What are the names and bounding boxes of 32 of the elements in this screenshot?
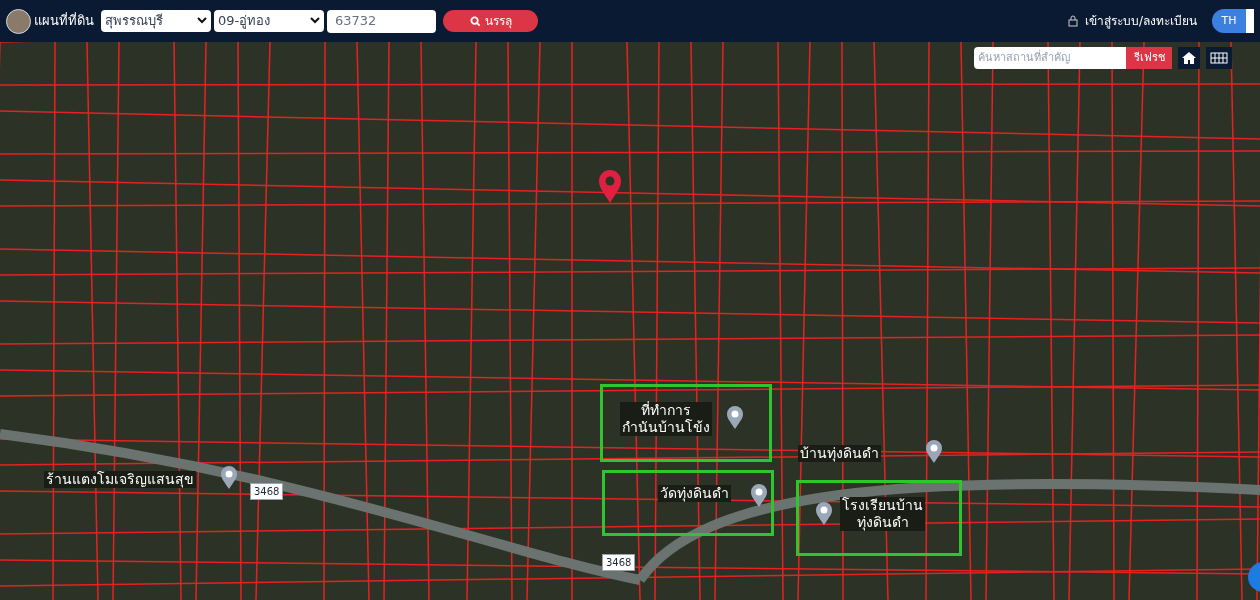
refresh-button[interactable]: รีเฟรช xyxy=(1126,47,1172,69)
road-number-sign: 3468 xyxy=(250,483,284,500)
language-toggle[interactable]: TH xyxy=(1212,9,1246,33)
map-place-label: บ้านทุ่งดินดำ xyxy=(798,445,881,462)
map-place-label: โรงเรียนบ้าน ทุ่งดินดำ xyxy=(840,497,925,531)
map-place-label: ร้านแตงโมเจริญแสนสุข xyxy=(44,471,196,488)
search-icon xyxy=(469,15,481,27)
province-select[interactable]: สุพรรณบุรี xyxy=(101,10,211,32)
road-number-sign: 3468 xyxy=(602,554,636,571)
login-link[interactable]: เข้าสู่ระบบ/ลงทะเบียน xyxy=(1084,12,1197,30)
chevron-down-icon xyxy=(310,17,320,25)
map-place-label: วัดทุ่งดินดำ xyxy=(658,485,731,502)
grid-icon xyxy=(1210,52,1228,64)
grid-button[interactable] xyxy=(1206,47,1232,69)
logo-avatar xyxy=(6,8,31,34)
map-pin-icon xyxy=(726,406,744,430)
search-button[interactable]: นรรลุ xyxy=(443,10,538,32)
map-pin-icon xyxy=(925,440,943,464)
map-pin-icon xyxy=(750,484,768,508)
location-pin-icon xyxy=(598,170,622,204)
map-pin-icon xyxy=(220,466,238,490)
chevron-down-icon xyxy=(197,17,207,25)
district-select[interactable]: 09-อู่ทอง xyxy=(214,10,324,32)
map-place-label: ที่ทำการ กำนันบ้านโข้ง xyxy=(620,402,712,436)
site-title: แผนที่ที่ดิน xyxy=(34,11,94,31)
parcel-number-field[interactable]: 63732 xyxy=(327,9,436,33)
lock-icon xyxy=(1067,15,1078,27)
language-toggle-track xyxy=(1246,9,1254,33)
map-pin-icon xyxy=(815,502,833,526)
house-icon xyxy=(1181,51,1197,65)
place-search-field[interactable]: ค้นหาสถานที่สำคัญ xyxy=(974,47,1126,69)
home-button[interactable] xyxy=(1178,47,1200,69)
